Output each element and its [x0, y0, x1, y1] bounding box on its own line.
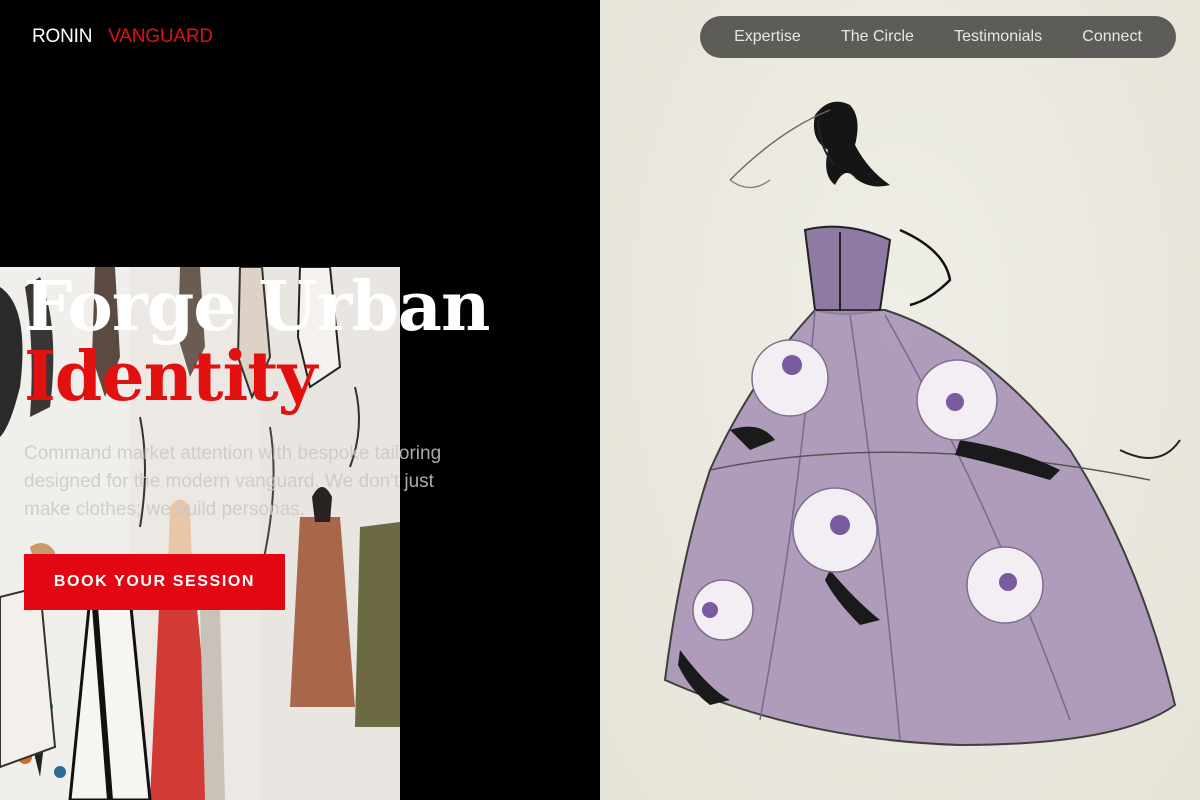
- gown-sketch-illustration: [663, 101, 1181, 747]
- hero-subtitle: Command market attention with bespoke ta…: [24, 443, 442, 520]
- hero-left-panel: RONIN VANGUARD Forge Urban Identity Comm…: [0, 0, 600, 800]
- brand-name-accent: VANGUARD: [108, 26, 213, 47]
- hero-heading: Forge Urban Identity: [24, 267, 490, 417]
- book-session-button[interactable]: BOOK YOUR SESSION: [24, 554, 285, 610]
- hero-right-panel: [600, 0, 1200, 800]
- nav-link-connect[interactable]: Connect: [1082, 28, 1142, 46]
- hero-heading-line1: Forge Urban: [24, 267, 490, 347]
- landing-page: RONIN VANGUARD Forge Urban Identity Comm…: [0, 0, 1200, 800]
- nav-link-the-circle[interactable]: The Circle: [841, 28, 914, 46]
- brand-logo[interactable]: RONIN VANGUARD: [32, 26, 213, 48]
- main-nav: Expertise The Circle Testimonials Connec…: [700, 16, 1176, 58]
- nav-link-expertise[interactable]: Expertise: [734, 28, 801, 46]
- brand-name-primary: RONIN: [32, 26, 93, 47]
- hero-heading-line2: Identity: [24, 337, 317, 417]
- nav-link-testimonials[interactable]: Testimonials: [954, 28, 1042, 46]
